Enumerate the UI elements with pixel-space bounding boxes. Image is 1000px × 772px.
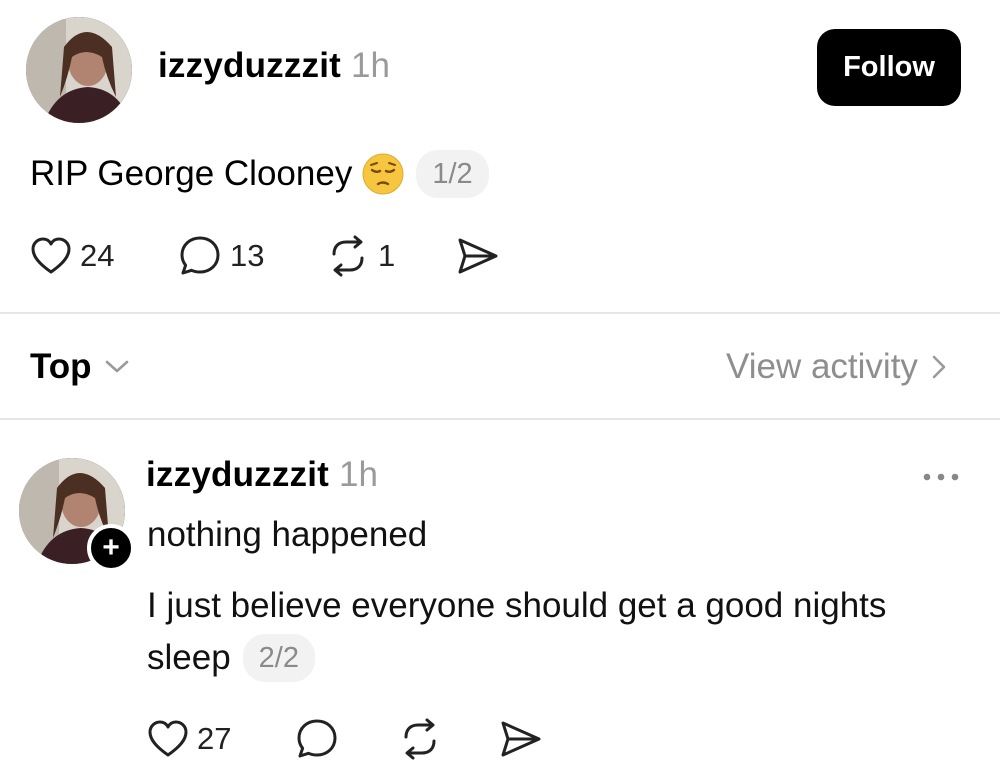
reply-share-button[interactable] [499, 717, 543, 761]
heart-icon [148, 720, 188, 757]
more-options-button[interactable] [921, 470, 961, 484]
divider-top [0, 312, 1000, 314]
divider-bottom [0, 418, 1000, 420]
reply-line-3: sleep [147, 638, 231, 677]
repost-icon [332, 235, 364, 277]
sort-dropdown[interactable]: Top [30, 342, 130, 392]
chevron-down-icon [105, 360, 128, 373]
pensive-emoji-icon [362, 153, 404, 195]
post-timestamp: 1h [351, 46, 390, 85]
reply-timestamp: 1h [339, 455, 378, 494]
view-activity-label: View activity [726, 347, 918, 386]
chevron-right-icon [932, 355, 946, 379]
reply-like-button[interactable]: 27 [147, 716, 231, 762]
post-username[interactable]: izzyduzzzit [158, 46, 341, 86]
repost-count: 1 [378, 238, 396, 273]
like-button[interactable]: 24 [30, 233, 114, 279]
sort-label: Top [30, 347, 92, 386]
repost-button[interactable]: 1 [326, 233, 395, 279]
reply-username[interactable]: izzyduzzzit [146, 455, 329, 495]
reply-pager-badge: 2/2 [242, 634, 315, 682]
reply-line-2: I just believe everyone should get a goo… [147, 586, 887, 625]
post-text: RIP George Clooney [30, 154, 353, 193]
avatar-photo [26, 17, 132, 123]
view-activity-link[interactable]: View activity [726, 342, 948, 392]
post-pager-badge: 1/2 [416, 150, 489, 198]
repost-icon [404, 718, 436, 760]
like-count: 24 [80, 238, 115, 273]
share-send-icon [501, 721, 541, 757]
post-avatar[interactable] [26, 17, 132, 123]
reply-line-1: nothing happened [147, 515, 428, 554]
reply-like-count: 27 [197, 721, 232, 756]
share-send-icon [458, 238, 498, 274]
comment-button[interactable]: 13 [178, 233, 264, 279]
more-dots-icon [923, 473, 959, 481]
heart-icon [31, 237, 71, 274]
reply-comment-button[interactable] [295, 716, 339, 762]
reply-repost-button[interactable] [398, 716, 442, 762]
comment-bubble-icon [297, 719, 337, 758]
comment-count: 13 [230, 238, 265, 273]
follow-button[interactable]: Follow [817, 29, 961, 106]
follow-plus-badge[interactable]: + [87, 524, 135, 572]
comment-bubble-icon [180, 236, 220, 275]
share-button[interactable] [456, 234, 500, 278]
